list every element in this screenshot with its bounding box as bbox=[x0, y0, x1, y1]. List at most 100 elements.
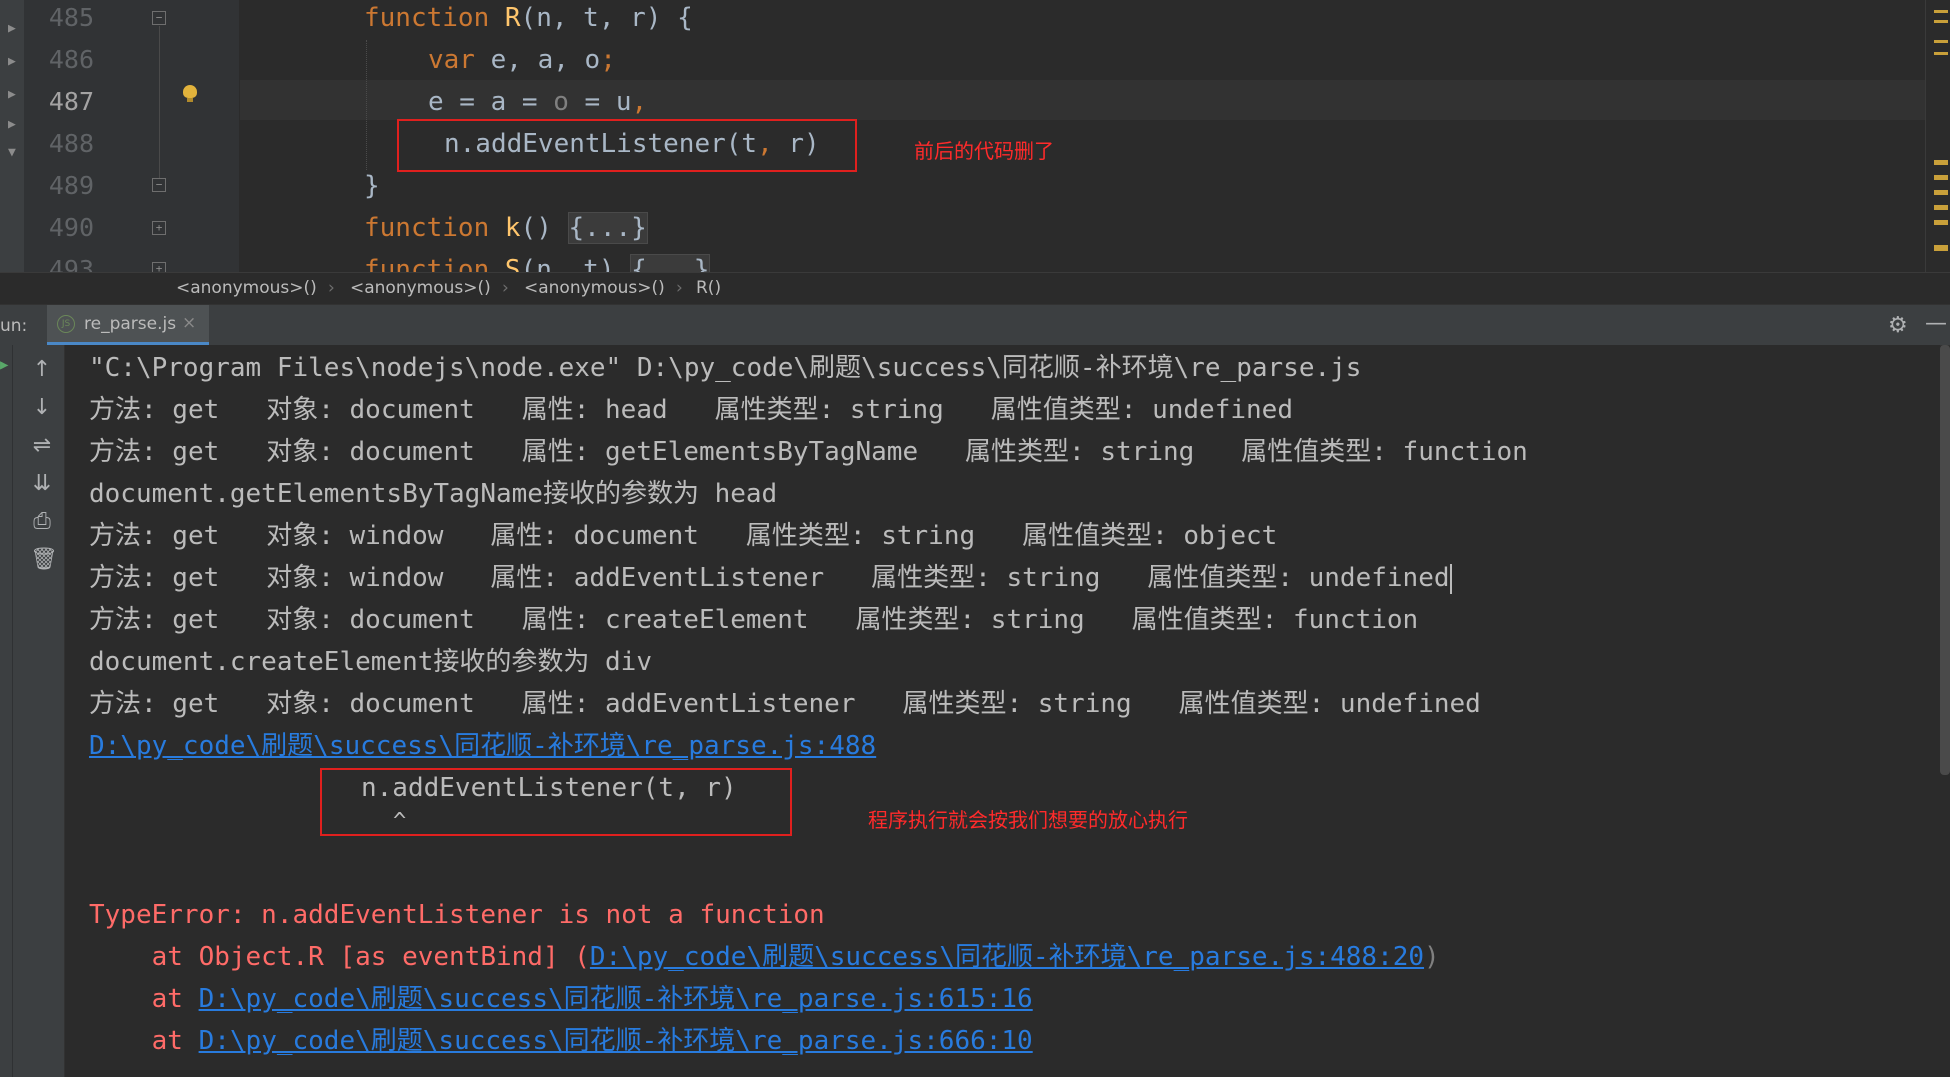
code-token: } bbox=[364, 171, 380, 201]
chevron-right-icon: › bbox=[676, 278, 683, 298]
line-number: 487 bbox=[48, 87, 94, 116]
folded-code-placeholder[interactable]: {...} bbox=[630, 254, 711, 272]
highlight-box bbox=[397, 119, 857, 172]
stack-prefix: at bbox=[89, 984, 199, 1014]
stack-frame: at D:\py_code\刷题\success\同花顺-补环境\re_pars… bbox=[89, 1020, 1033, 1062]
code-token: function bbox=[364, 213, 505, 243]
line-number: 485 bbox=[48, 3, 94, 32]
folded-code-placeholder[interactable]: {...} bbox=[567, 212, 648, 244]
code-line[interactable]: function S(n, t) {...} bbox=[364, 249, 711, 272]
indent-guide bbox=[366, 40, 368, 170]
left-tool-strip: ▶ ▶ ▶ ▶ ▼ bbox=[0, 0, 25, 272]
console-line: 方法: get 对象: document 属性: head 属性类型: stri… bbox=[89, 395, 1293, 425]
lightbulb-icon[interactable] bbox=[183, 85, 197, 103]
minimize-icon[interactable]: — bbox=[1925, 311, 1947, 336]
left-tool-strip: ▶ bbox=[0, 345, 13, 1077]
code-token: function bbox=[364, 3, 505, 33]
close-icon[interactable]: × bbox=[182, 313, 196, 333]
tab-label: re_parse.js bbox=[84, 314, 177, 334]
collapse-arrow-icon[interactable]: ▶ bbox=[8, 88, 16, 101]
collapse-arrow-icon[interactable]: ▶ bbox=[8, 55, 16, 68]
breadcrumb-item[interactable]: <anonymous>() bbox=[350, 278, 491, 298]
line-number: 486 bbox=[48, 45, 94, 74]
code-token: k bbox=[504, 213, 521, 243]
console-line: document.createElement接收的参数为 div bbox=[89, 647, 652, 677]
highlight-box bbox=[320, 768, 792, 836]
console-line: 方法: get 对象: document 属性: getElementsByTa… bbox=[89, 437, 1528, 467]
console-line: 方法: get 对象: window 属性: document 属性类型: st… bbox=[89, 521, 1278, 551]
stack-link[interactable]: D:\py_code\刷题\success\同花顺-补环境\re_parse.j… bbox=[199, 1026, 1033, 1056]
collapse-arrow-icon[interactable]: ▶ bbox=[8, 22, 16, 35]
trash-icon[interactable]: 🗑 bbox=[30, 547, 58, 572]
chevron-right-icon: › bbox=[502, 278, 509, 298]
code-token: , bbox=[631, 87, 648, 117]
fold-end-icon[interactable]: − bbox=[152, 178, 166, 192]
code-token: e = a = bbox=[428, 87, 554, 117]
fold-guide bbox=[159, 26, 160, 178]
breadcrumb-item[interactable]: R() bbox=[696, 278, 721, 298]
line-number: 488 bbox=[48, 129, 94, 158]
error-location-link[interactable]: D:\py_code\刷题\success\同花顺-补环境\re_parse.j… bbox=[89, 725, 876, 767]
text-cursor bbox=[1449, 563, 1452, 594]
console-scrollbar[interactable] bbox=[1940, 345, 1950, 775]
code-token: e, a, o bbox=[490, 45, 601, 75]
run-panel-header: un: JS re_parse.js × ⚙ — bbox=[0, 304, 1950, 346]
stack-link[interactable]: D:\py_code\刷题\success\同花顺-补环境\re_parse.j… bbox=[590, 942, 1424, 972]
console-line: 方法: get 对象: document 属性: addEventListene… bbox=[89, 689, 1481, 719]
console-line: 方法: get 对象: window 属性: addEventListener … bbox=[89, 563, 1450, 593]
js-file-icon: JS bbox=[57, 315, 75, 333]
console-line: 方法: get 对象: document 属性: createElement 属… bbox=[89, 605, 1419, 635]
code-line[interactable]: } bbox=[364, 165, 380, 207]
code-token: function bbox=[364, 255, 505, 272]
scroll-to-end-icon[interactable]: ⇊ bbox=[30, 471, 54, 496]
fold-expand-icon[interactable]: + bbox=[152, 221, 166, 235]
code-token: ; bbox=[600, 45, 616, 75]
console-line-with-caret: 方法: get 对象: window 属性: addEventListener … bbox=[89, 557, 1452, 599]
stack-frame: at D:\py_code\刷题\success\同花顺-补环境\re_pars… bbox=[89, 978, 1033, 1020]
code-line[interactable]: function R(n, t, r) { bbox=[364, 0, 693, 39]
print-icon[interactable]: ⎙ bbox=[30, 509, 54, 534]
tab-re-parse[interactable]: JS re_parse.js × bbox=[47, 305, 209, 345]
editor-scrollbar[interactable] bbox=[1925, 0, 1950, 272]
code-token: R bbox=[504, 3, 521, 33]
code-line[interactable]: function k() {...} bbox=[364, 207, 648, 249]
code-token: = u bbox=[568, 87, 632, 117]
code-line[interactable]: var e, a, o; bbox=[428, 39, 616, 81]
code-token: () bbox=[520, 213, 568, 243]
line-number: 490 bbox=[48, 213, 94, 242]
console-line: document.getElementsByTagName接收的参数为 head bbox=[89, 479, 778, 509]
annotation-text: 前后的代码删了 bbox=[914, 139, 1054, 163]
code-token: S bbox=[504, 255, 521, 272]
error-message: TypeError: n.addEventListener is not a f… bbox=[89, 900, 825, 930]
breadcrumb: <anonymous>() › <anonymous>() › <anonymo… bbox=[0, 272, 1950, 305]
breadcrumb-item[interactable]: <anonymous>() bbox=[524, 278, 665, 298]
console-command: "C:\Program Files\nodejs\node.exe" D:\py… bbox=[89, 353, 1362, 383]
code-token: (n, t, r) { bbox=[520, 3, 693, 33]
gear-icon[interactable]: ⚙ bbox=[1888, 313, 1908, 338]
console-output[interactable]: "C:\Program Files\nodejs\node.exe" D:\py… bbox=[65, 345, 1940, 1077]
rerun-icon[interactable]: ▶ bbox=[0, 357, 8, 373]
expand-arrow-icon[interactable]: ▼ bbox=[8, 146, 16, 159]
line-number: 489 bbox=[48, 171, 94, 200]
line-number: 493 bbox=[48, 255, 94, 272]
stack-suffix: ) bbox=[1424, 942, 1440, 972]
code-token: var bbox=[428, 45, 491, 75]
breadcrumb-item[interactable]: <anonymous>() bbox=[176, 278, 317, 298]
stack-prefix: at Object.R [as eventBind] ( bbox=[89, 942, 590, 972]
run-label: un: bbox=[0, 316, 28, 336]
fold-collapse-icon[interactable]: − bbox=[152, 11, 166, 25]
stack-link[interactable]: D:\py_code\刷题\success\同花顺-补环境\re_parse.j… bbox=[199, 984, 1033, 1014]
code-editor[interactable]: ▶ ▶ ▶ ▶ ▼ 485 486 487 488 489 490 493 − … bbox=[0, 0, 1950, 272]
code-token: o bbox=[553, 87, 569, 117]
chevron-right-icon: › bbox=[328, 278, 335, 298]
arrow-down-icon[interactable]: ↓ bbox=[30, 395, 54, 420]
code-token: (n, t) bbox=[520, 255, 631, 272]
fold-expand-icon[interactable]: + bbox=[152, 262, 166, 272]
stack-prefix: at bbox=[89, 1026, 199, 1056]
code-line[interactable]: e = a = o = u, bbox=[428, 81, 647, 123]
stack-frame: at Object.R [as eventBind] (D:\py_code\刷… bbox=[89, 936, 1440, 978]
annotation-text: 程序执行就会按我们想要的放心执行 bbox=[868, 808, 1188, 832]
collapse-arrow-icon[interactable]: ▶ bbox=[8, 118, 16, 131]
arrow-up-icon[interactable]: ↑ bbox=[30, 357, 54, 382]
soft-wrap-icon[interactable]: ⇌ bbox=[30, 433, 54, 458]
